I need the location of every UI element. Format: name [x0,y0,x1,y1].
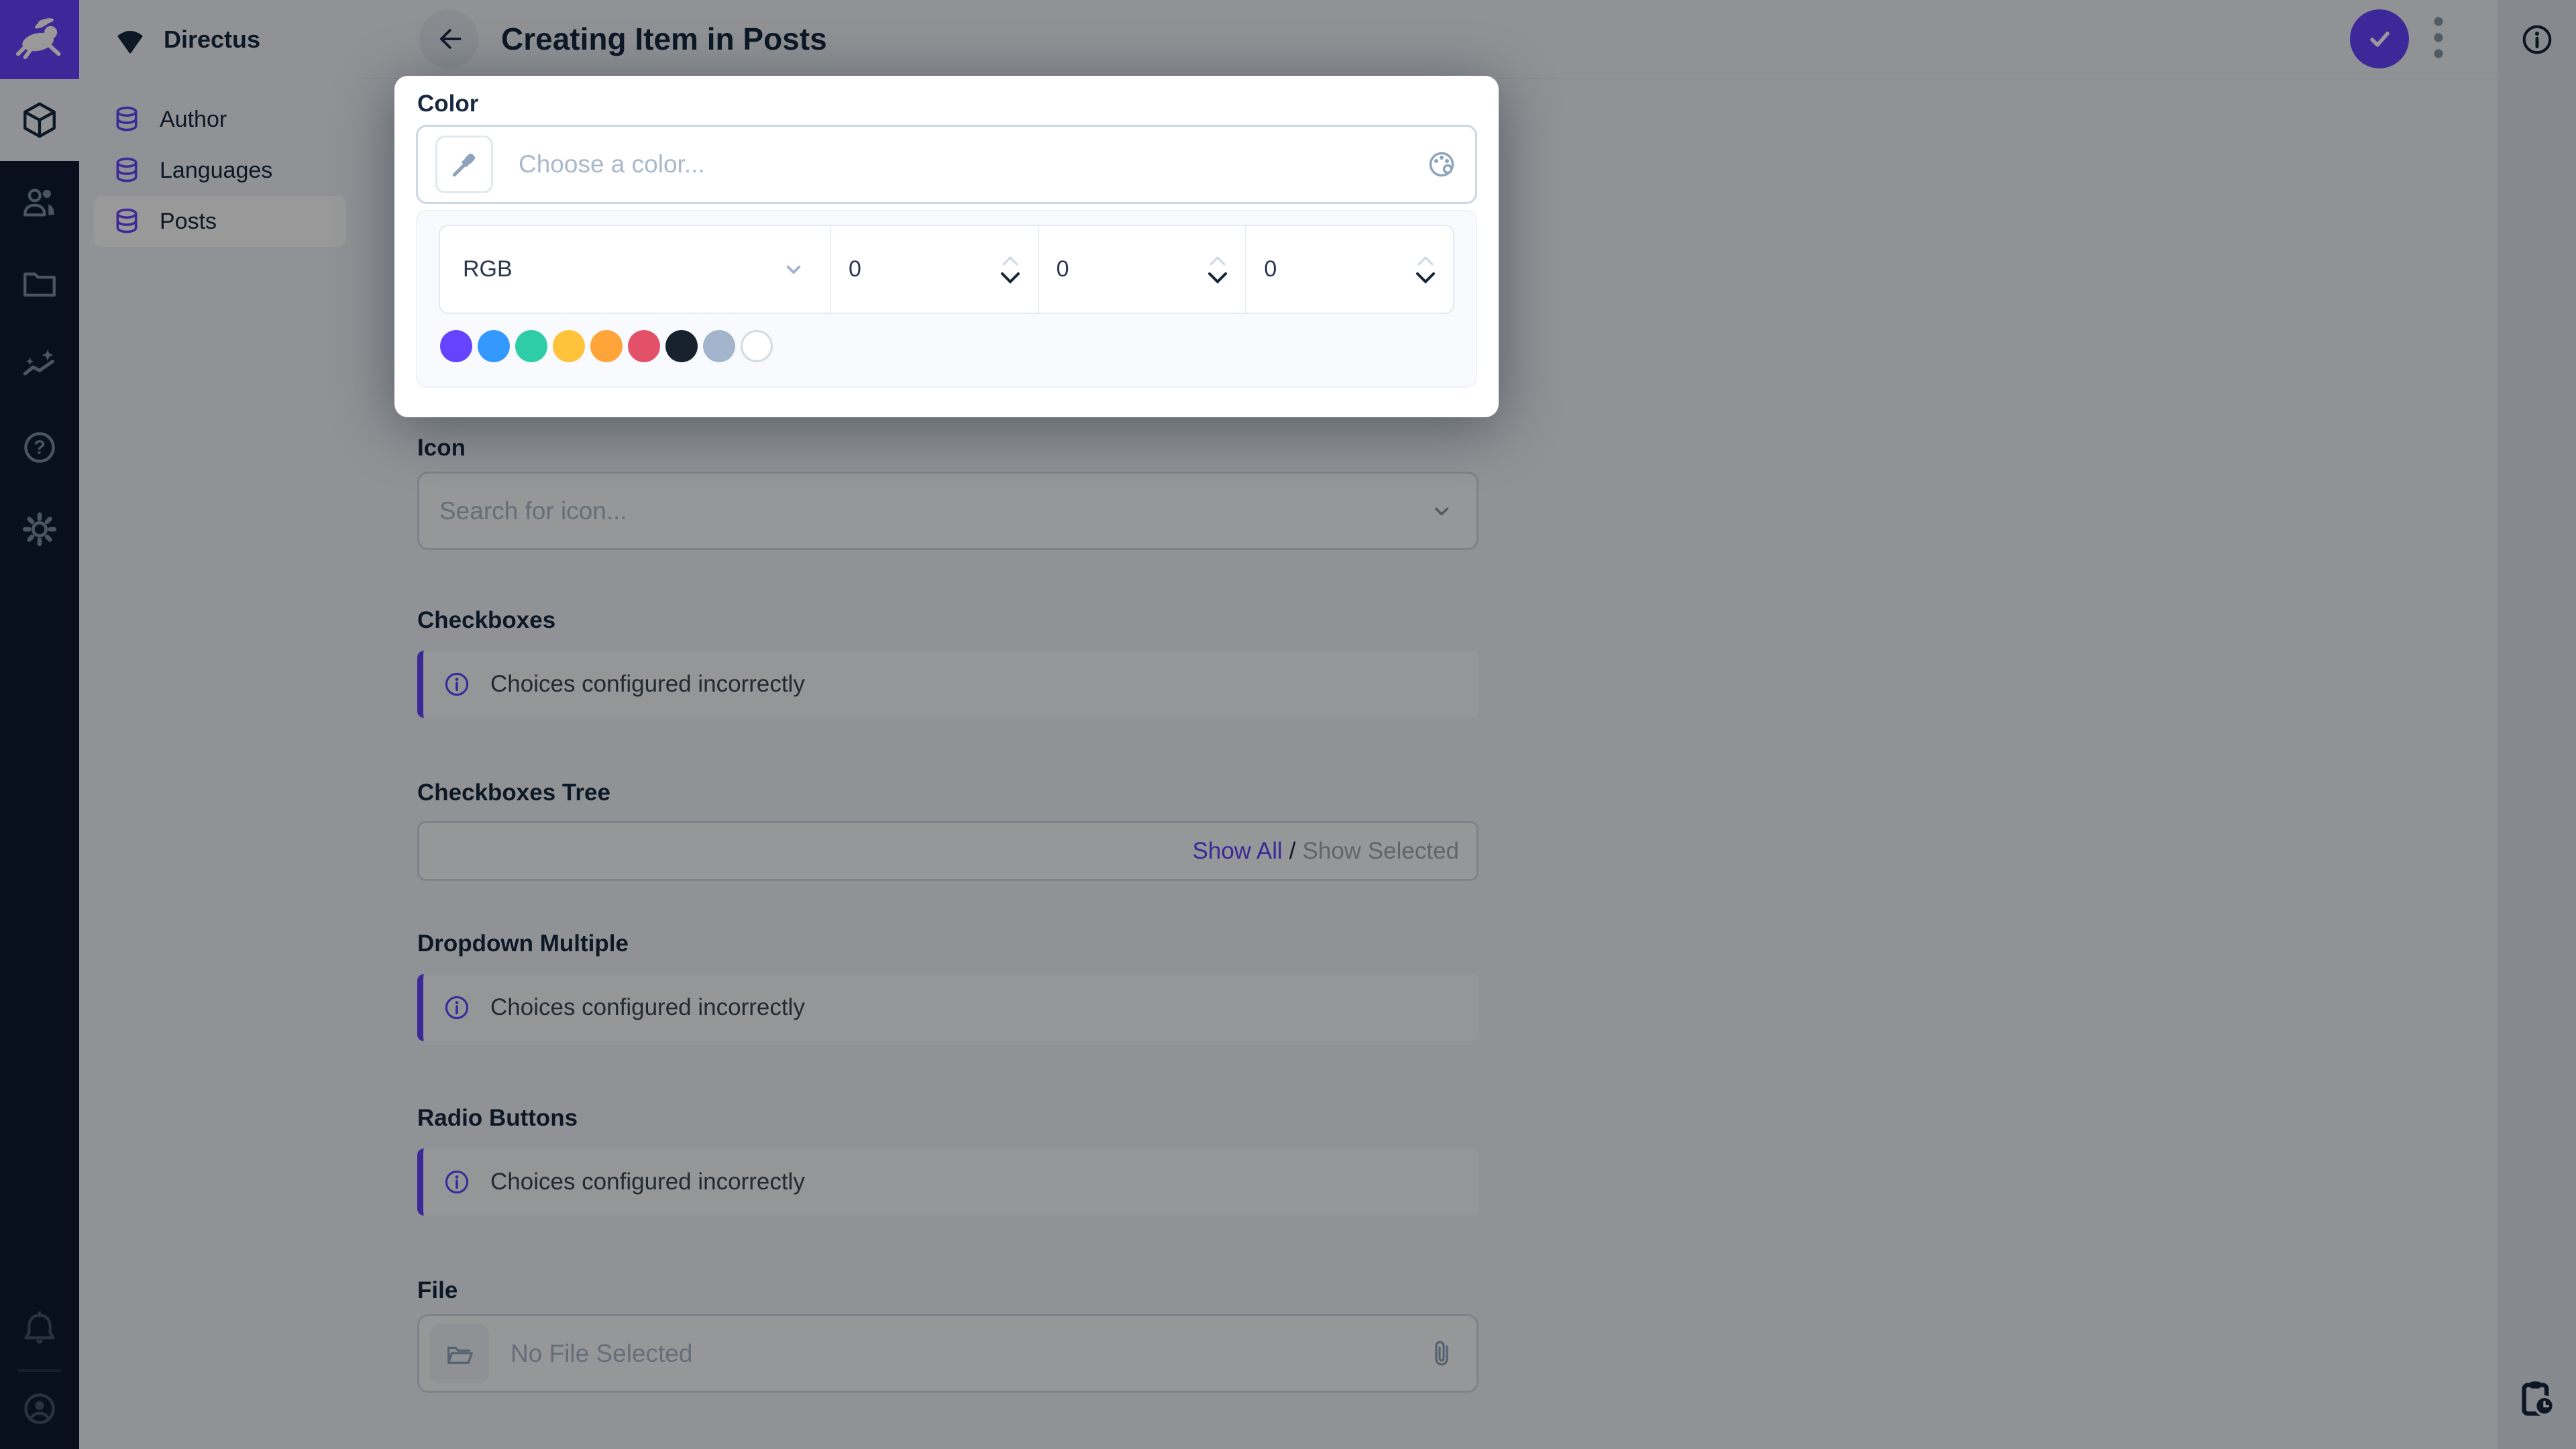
chevron-down-icon [786,265,801,274]
red-value: 0 [849,256,861,282]
green-value-input[interactable]: 0 [1039,226,1247,313]
eyedropper-icon [452,153,476,177]
color-mode-select[interactable]: RGB [440,226,831,313]
color-mode-value: RGB [463,256,513,282]
palette-icon[interactable] [1426,148,1458,180]
red-value-input[interactable]: 0 [831,226,1039,313]
stepper-down-icon[interactable] [1415,272,1436,284]
stepper-up-icon[interactable] [1417,256,1434,266]
blue-value: 0 [1264,256,1277,282]
color-swatch[interactable] [628,330,660,362]
green-value: 0 [1056,256,1069,282]
color-picker-popover: Color Choose a color... RGB 0 0 0 [394,76,1499,417]
stepper-up-icon[interactable] [1002,256,1019,266]
color-swatch[interactable] [478,330,510,362]
color-swatch[interactable] [741,330,773,362]
color-swatch[interactable] [440,330,472,362]
field-label: Color [417,91,479,117]
color-swatch[interactable] [703,330,735,362]
swatch-row [440,330,773,362]
rgb-row: RGB 0 0 0 [439,225,1454,314]
blue-value-input[interactable]: 0 [1246,226,1453,313]
stepper-down-icon[interactable] [1208,272,1228,284]
number-stepper[interactable] [1000,256,1020,284]
color-picker-panel: RGB 0 0 0 [416,210,1477,388]
stepper-down-icon[interactable] [1000,272,1020,284]
eyedropper-button[interactable] [435,136,493,193]
input-placeholder: Choose a color... [519,150,705,178]
number-stepper[interactable] [1208,256,1228,284]
color-input[interactable]: Choose a color... [416,125,1477,204]
stepper-up-icon[interactable] [1209,256,1226,266]
color-swatch[interactable] [665,330,698,362]
color-swatch[interactable] [590,330,623,362]
color-swatch[interactable] [553,330,585,362]
color-swatch[interactable] [515,330,547,362]
number-stepper[interactable] [1415,256,1436,284]
